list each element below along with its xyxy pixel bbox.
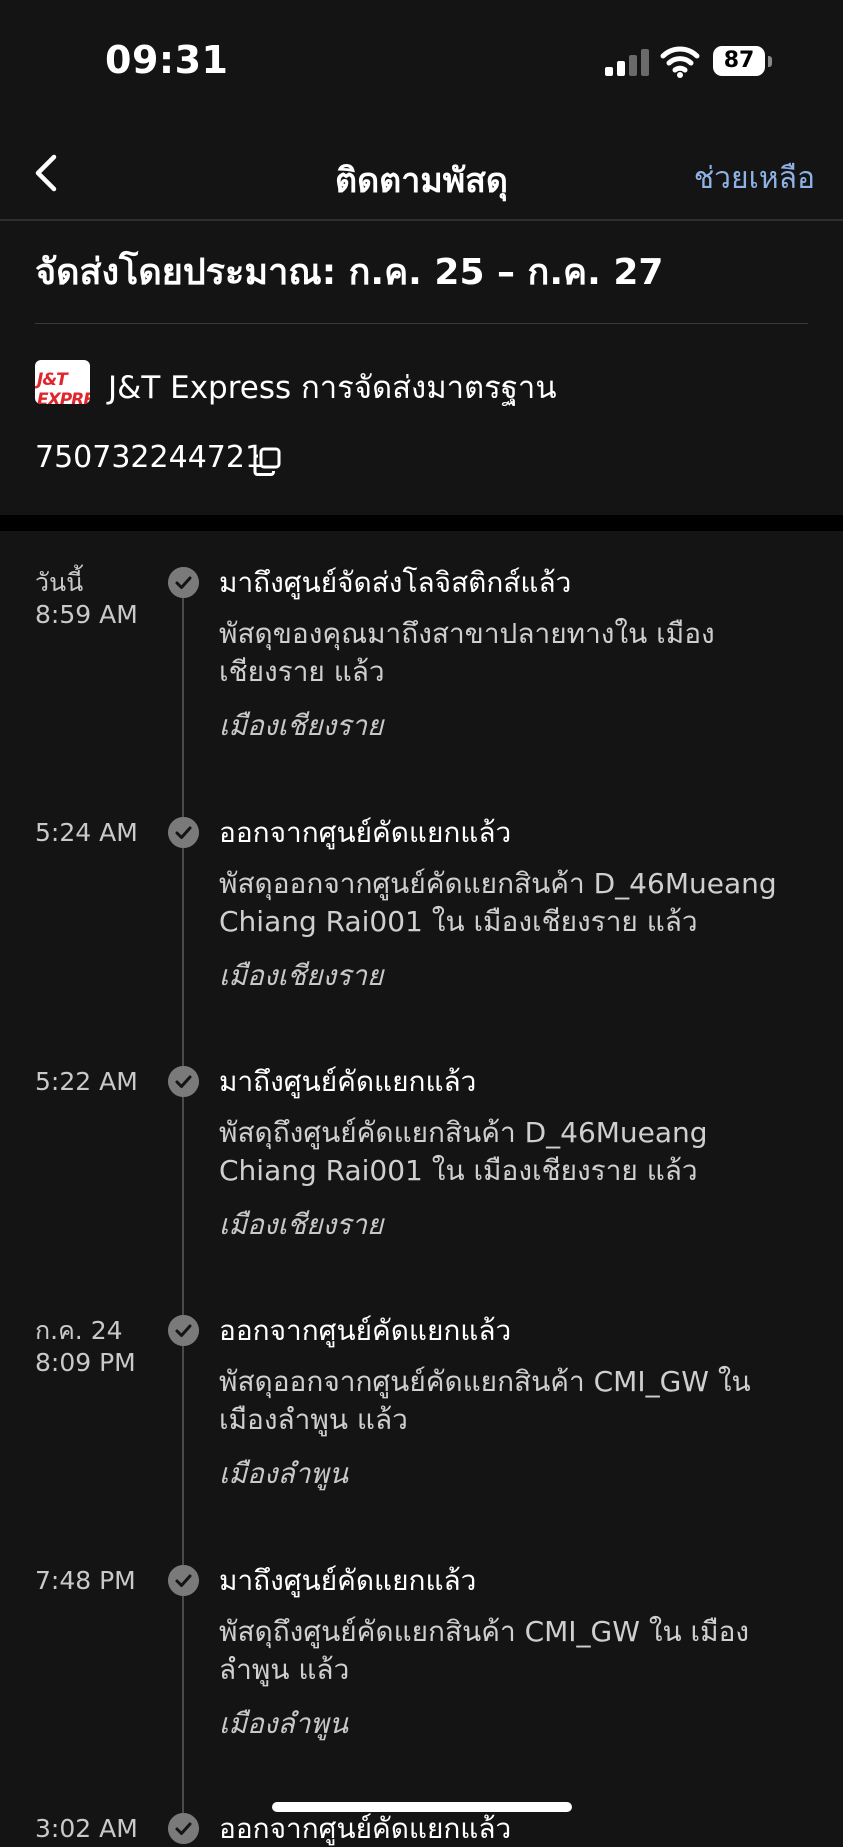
wifi-icon bbox=[660, 46, 700, 78]
copy-icon[interactable] bbox=[252, 447, 282, 477]
event-title: ออกจากศูนย์คัดแยกแล้ว bbox=[219, 1812, 512, 1845]
battery-level: 87 bbox=[723, 48, 755, 73]
check-icon bbox=[168, 1066, 199, 1097]
divider bbox=[0, 219, 843, 221]
status-bar: 09:31 87 bbox=[0, 0, 843, 125]
home-indicator[interactable] bbox=[272, 1802, 572, 1812]
event-date: วันนี้ 8:59 AM bbox=[35, 568, 138, 629]
battery-icon: 87 bbox=[713, 46, 773, 78]
event-title: ออกจากศูนย์คัดแยกแล้ว bbox=[219, 816, 512, 849]
check-icon bbox=[168, 817, 199, 848]
event-location: เมืองเชียงราย bbox=[219, 959, 384, 992]
event-title: มาถึงศูนย์คัดแยกแล้ว bbox=[219, 1065, 477, 1098]
event-description: พัสดุออกจากศูนย์คัดแยกสินค้า D_46Mueang … bbox=[219, 867, 777, 938]
event-description: พัสดุถึงศูนย์คัดแยกสินค้า CMI_GW ใน เมือ… bbox=[219, 1615, 750, 1686]
event-location: เมืองเชียงราย bbox=[219, 709, 384, 742]
carrier-name: J&T Express การจัดส่งมาตรฐาน bbox=[108, 370, 557, 406]
carrier-logo-text: J&T EXPRESS bbox=[37, 370, 90, 404]
event-location: เมืองเชียงราย bbox=[219, 1208, 384, 1241]
event-date: 5:22 AM bbox=[35, 1067, 138, 1096]
estimated-delivery: จัดส่งโดยประมาณ: ก.ค. 25 – ก.ค. 27 bbox=[35, 252, 664, 293]
status-time: 09:31 bbox=[105, 38, 229, 82]
event-location: เมืองลำพูน bbox=[219, 1457, 348, 1490]
event-date: 5:24 AM bbox=[35, 818, 138, 847]
event-title: มาถึงศูนย์คัดแยกแล้ว bbox=[219, 1564, 477, 1597]
help-link[interactable]: ช่วยเหลือ bbox=[694, 155, 815, 202]
event-date: 7:48 PM bbox=[35, 1566, 136, 1595]
navigation-bar: ติดตามพัสดุ ช่วยเหลือ bbox=[0, 125, 843, 220]
event-description: พัสดุออกจากศูนย์คัดแยกสินค้า CMI_GW ใน เ… bbox=[219, 1365, 751, 1436]
event-description: พัสดุของคุณมาถึงสาขาปลายทางใน เมืองเชียง… bbox=[219, 617, 715, 688]
event-date: ก.ค. 24 8:09 PM bbox=[35, 1316, 136, 1377]
event-title: มาถึงศูนย์จัดส่งโลจิสติกส์แล้ว bbox=[219, 566, 572, 599]
check-icon bbox=[168, 1813, 199, 1844]
tracking-number: 750732244721 bbox=[35, 440, 265, 475]
event-title: ออกจากศูนย์คัดแยกแล้ว bbox=[219, 1314, 512, 1347]
check-icon bbox=[168, 1315, 199, 1346]
section-separator bbox=[0, 515, 843, 531]
cellular-signal-icon bbox=[605, 49, 649, 76]
check-icon bbox=[168, 567, 199, 598]
carrier-logo: J&T EXPRESS bbox=[35, 360, 90, 404]
event-location: เมืองลำพูน bbox=[219, 1707, 348, 1740]
check-icon bbox=[168, 1565, 199, 1596]
event-date: 3:02 AM bbox=[35, 1814, 138, 1843]
divider bbox=[35, 323, 808, 324]
event-description: พัสดุถึงศูนย์คัดแยกสินค้า D_46Mueang Chi… bbox=[219, 1116, 708, 1187]
timeline-line bbox=[182, 585, 184, 1828]
